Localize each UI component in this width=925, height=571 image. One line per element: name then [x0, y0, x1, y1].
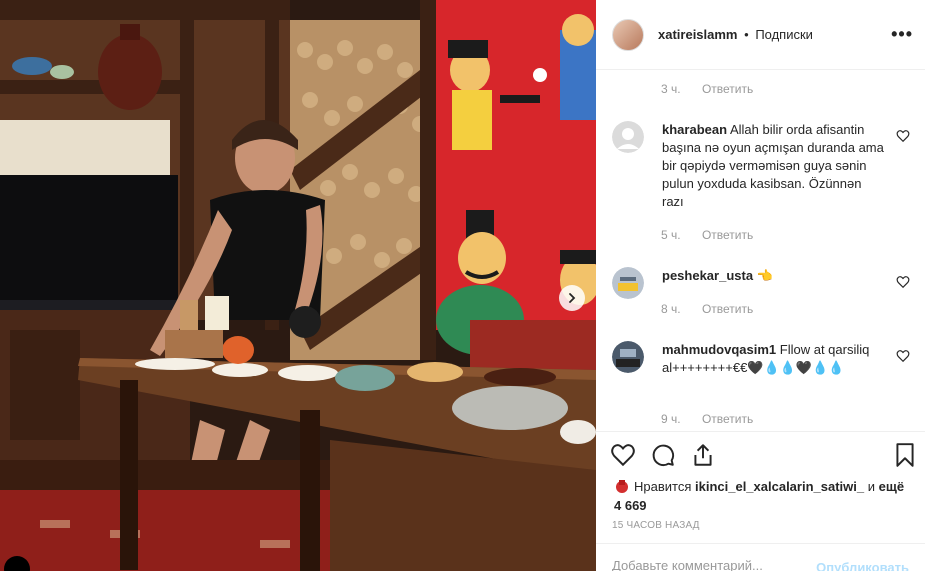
share-icon[interactable] [690, 442, 716, 468]
commenter-avatar[interactable] [612, 267, 644, 299]
liker-avatar[interactable] [614, 478, 630, 494]
following-button[interactable]: Подписки [755, 27, 813, 42]
comment-meta: 9 ч. Ответить [661, 412, 753, 426]
comments-list[interactable]: 3 ч. Ответить kharabean Allah bilir orda… [596, 71, 925, 431]
likes-conjunction: и [867, 479, 875, 494]
default-avatar-icon [612, 121, 644, 153]
heart-icon[interactable] [896, 349, 910, 363]
commenter-avatar[interactable] [612, 121, 644, 153]
liker-username[interactable]: ikinci_el_xalcalarin_satiwi_ [695, 479, 864, 494]
author-avatar[interactable] [612, 18, 644, 51]
comment-meta: 5 ч. Ответить [661, 228, 753, 242]
chevron-right-icon [569, 293, 576, 303]
comment-time: 9 ч. [661, 412, 681, 426]
header-text: xatireislamm • Подписки [658, 27, 813, 42]
comment-time: 3 ч. [661, 82, 681, 96]
publish-button[interactable]: Опубликовать [816, 560, 909, 571]
next-photo-button[interactable] [559, 285, 585, 311]
likes-summary: Нравится ikinci_el_xalcalarin_satiwi_ и … [614, 477, 914, 515]
post-header: xatireislamm • Подписки ••• [596, 0, 925, 70]
reply-button[interactable]: Ответить [702, 82, 753, 96]
commenter-avatar[interactable] [612, 341, 644, 373]
bookmark-icon[interactable] [892, 442, 918, 468]
post-actions: Нравится ikinci_el_xalcalarin_satiwi_ и … [596, 431, 925, 543]
commenter-username[interactable]: peshekar_usta [662, 268, 753, 283]
comment-body: kharabean Allah bilir orda afisantin baş… [662, 121, 884, 211]
post-side-panel: xatireislamm • Подписки ••• 3 ч. Ответит… [596, 0, 925, 571]
reply-button[interactable]: Ответить [702, 228, 753, 242]
avatar-image [612, 341, 644, 373]
comment-time: 5 ч. [661, 228, 681, 242]
post-photo[interactable] [0, 0, 596, 571]
comment-input[interactable] [612, 558, 812, 571]
likes-prefix: Нравится [634, 479, 692, 494]
post-timestamp[interactable]: 15 ЧАСОВ НАЗАД [612, 520, 700, 531]
avatar-image [612, 267, 644, 299]
heart-icon[interactable] [896, 129, 910, 143]
reply-button[interactable]: Ответить [702, 302, 753, 316]
commenter-username[interactable]: kharabean [662, 122, 727, 137]
comment-body: peshekar_usta 👈 [662, 267, 884, 285]
heart-icon[interactable] [896, 275, 910, 289]
commenter-username[interactable]: mahmudovqasim1 [662, 342, 776, 357]
comment-time: 8 ч. [661, 302, 681, 316]
comment-text: 👈 [756, 268, 773, 283]
comment-meta: 3 ч. Ответить [661, 82, 753, 96]
more-options-icon[interactable]: ••• [891, 24, 913, 45]
reply-button[interactable]: Ответить [702, 412, 753, 426]
add-comment-bar: Опубликовать [596, 543, 925, 571]
heart-icon[interactable] [610, 442, 636, 468]
comment-body: mahmudovqasim1 Fllow at qarsiliq al+++++… [662, 341, 884, 377]
author-username[interactable]: xatireislamm [658, 27, 738, 42]
comment-bubble-icon[interactable] [650, 442, 676, 468]
header-separator: • [744, 27, 749, 42]
comment-meta: 8 ч. Ответить [661, 302, 753, 316]
restaurant-photo-image [0, 0, 596, 571]
